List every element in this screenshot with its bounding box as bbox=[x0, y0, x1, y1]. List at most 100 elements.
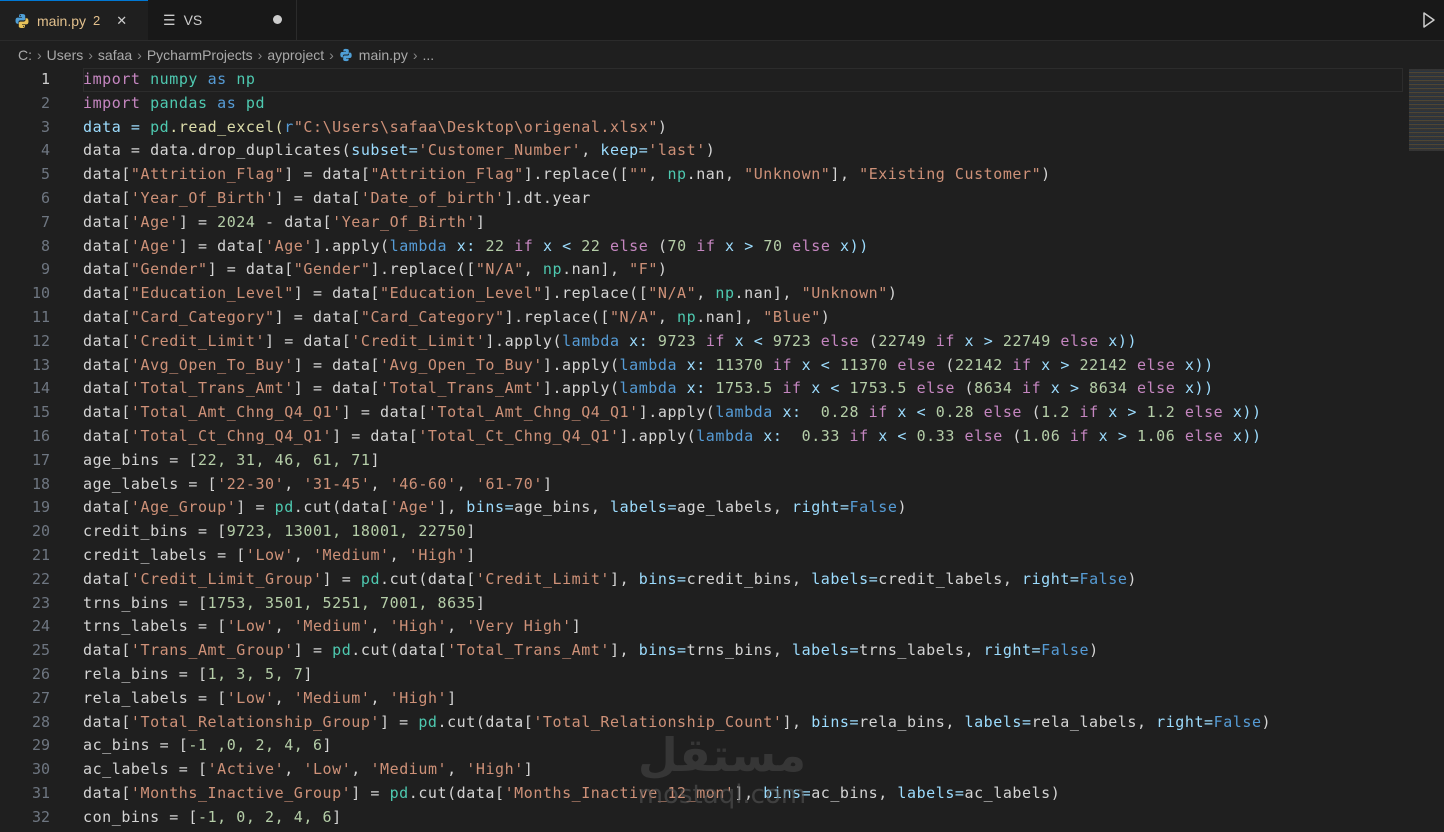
code-token: data[ bbox=[83, 641, 131, 660]
code-line[interactable]: trns_labels = ['Low', 'Medium', 'High', … bbox=[83, 615, 1403, 639]
tab-main-py[interactable]: main.py 2 ✕ bbox=[0, 0, 148, 40]
code-token: data[ bbox=[83, 284, 131, 303]
code-line[interactable]: data['Months_Inactive_Group'] = pd.cut(d… bbox=[83, 782, 1403, 806]
code-line[interactable]: import pandas as pd bbox=[83, 92, 1403, 116]
code-line[interactable]: data['Credit_Limit_Group'] = pd.cut(data… bbox=[83, 568, 1403, 592]
code-token: ], bbox=[830, 165, 860, 184]
code-token: else bbox=[1175, 426, 1233, 445]
code-editor[interactable]: 1 2 3 4 5 6 7 8 9 10 11 12 13 14 15 16 17 18 19 20 21 22 23 24 2… bbox=[0, 68, 1444, 832]
line-number: 24 bbox=[31, 617, 50, 636]
code-token: ac_labels = [ bbox=[83, 760, 208, 779]
code-line[interactable]: data = pd.read_excel(r"C:\Users\safaa\De… bbox=[83, 116, 1403, 140]
code-token: , bbox=[523, 260, 543, 279]
code-line[interactable]: age_bins = [22, 31, 46, 61, 71] bbox=[83, 449, 1403, 473]
code-line[interactable]: data['Age'] = 2024 - data['Year_Of_Birth… bbox=[83, 211, 1403, 235]
code-line[interactable]: data['Avg_Open_To_Buy'] = data['Avg_Open… bbox=[83, 354, 1403, 378]
code-line[interactable]: data["Card_Category"] = data["Card_Categ… bbox=[83, 306, 1403, 330]
code-line[interactable]: import numpy as np bbox=[83, 68, 1403, 92]
code-token: ].apply( bbox=[485, 331, 563, 350]
code-token: lambda bbox=[619, 379, 678, 398]
code-line[interactable]: rela_bins = [1, 3, 5, 7] bbox=[83, 663, 1403, 687]
minimap[interactable] bbox=[1409, 69, 1444, 151]
code-line[interactable]: ac_labels = ['Active', 'Low', 'Medium', … bbox=[83, 758, 1403, 782]
line-number: 1 bbox=[40, 70, 50, 88]
line-number: 17 bbox=[31, 450, 50, 469]
code-line[interactable]: data['Total_Trans_Amt'] = data['Total_Tr… bbox=[83, 377, 1403, 401]
code-token: np bbox=[677, 307, 697, 326]
code-line[interactable]: data['Year_Of_Birth'] = data['Date_of_bi… bbox=[83, 187, 1403, 211]
code-token: 'Age' bbox=[130, 236, 179, 255]
breadcrumb-item[interactable]: main.py bbox=[359, 47, 408, 63]
code-token: x > bbox=[1050, 379, 1090, 398]
line-number: 16 bbox=[31, 426, 50, 445]
code-line[interactable]: data['Trans_Amt_Group'] = pd.cut(data['T… bbox=[83, 639, 1403, 663]
python-icon bbox=[340, 48, 352, 62]
code-line[interactable]: con_bins = [-1, 0, 2, 4, 6] bbox=[83, 806, 1403, 830]
run-icon[interactable] bbox=[1418, 10, 1438, 30]
code-token: data[ bbox=[83, 379, 131, 398]
code-line[interactable]: ac_bins = [-1 ,0, 2, 4, 6] bbox=[83, 734, 1403, 758]
code-token: '61-70' bbox=[475, 474, 543, 493]
breadcrumb-item[interactable]: ayproject bbox=[267, 47, 324, 63]
code-token: x > bbox=[725, 236, 764, 255]
code-token: pd bbox=[389, 783, 409, 802]
code-line[interactable]: age_labels = ['22-30', '31-45', '46-60',… bbox=[83, 473, 1403, 497]
breadcrumb-item[interactable]: Users bbox=[47, 47, 84, 63]
unsaved-dot-icon[interactable] bbox=[273, 15, 282, 24]
code-area[interactable]: import numpy as np import pandas as pd dat… bbox=[83, 68, 1403, 830]
code-line[interactable]: data["Attrition_Flag"] = data["Attrition… bbox=[83, 163, 1403, 187]
breadcrumb-item[interactable]: PycharmProjects bbox=[147, 47, 253, 63]
code-line[interactable]: data['Total_Amt_Chng_Q4_Q1'] = data['Tot… bbox=[83, 401, 1403, 425]
code-token: data[ bbox=[83, 355, 131, 374]
code-token: bins= bbox=[466, 498, 515, 517]
code-token: '46-60' bbox=[389, 474, 457, 493]
code-token: data[ bbox=[83, 403, 131, 422]
code-token: ( bbox=[945, 355, 955, 374]
line-number: 8 bbox=[40, 236, 50, 255]
breadcrumb-item[interactable]: safaa bbox=[98, 47, 132, 63]
code-line[interactable]: rela_labels = ['Low', 'Medium', 'High'] bbox=[83, 687, 1403, 711]
breadcrumb-item[interactable]: ... bbox=[423, 47, 435, 63]
code-line[interactable]: data['Age_Group'] = pd.cut(data['Age'], … bbox=[83, 496, 1403, 520]
code-line[interactable]: credit_labels = ['Low', 'Medium', 'High'… bbox=[83, 544, 1403, 568]
code-token: , bbox=[351, 760, 371, 779]
breadcrumb-item[interactable]: C: bbox=[18, 47, 32, 63]
code-token: 0.28 bbox=[935, 403, 975, 422]
code-token: ] = data[ bbox=[265, 331, 352, 350]
code-token: if bbox=[763, 355, 802, 374]
code-line[interactable]: data = data.drop_duplicates(subset='Cust… bbox=[83, 139, 1403, 163]
code-token: ].apply( bbox=[542, 379, 620, 398]
code-token: ].apply( bbox=[542, 355, 620, 374]
code-token: .nan], bbox=[562, 260, 630, 279]
close-icon[interactable]: ✕ bbox=[116, 13, 127, 29]
tab-vs[interactable]: ☰ VS bbox=[149, 0, 297, 40]
code-token: False bbox=[1079, 569, 1128, 588]
code-line[interactable]: data["Gender"] = data["Gender"].replace(… bbox=[83, 258, 1403, 282]
code-token: , bbox=[648, 165, 668, 184]
python-icon bbox=[15, 13, 29, 28]
code-token: 'High' bbox=[466, 760, 524, 779]
code-line[interactable]: credit_bins = [9723, 13001, 18001, 22750… bbox=[83, 520, 1403, 544]
code-token: ] = data[ bbox=[274, 188, 361, 207]
code-token: x < bbox=[897, 403, 936, 422]
code-token: lambda bbox=[562, 331, 620, 350]
code-line[interactable]: data['Age'] = data['Age'].apply(lambda x… bbox=[83, 235, 1403, 259]
code-token: 0.28 bbox=[820, 403, 860, 422]
code-line[interactable]: trns_bins = [1753, 3501, 5251, 7001, 863… bbox=[83, 592, 1403, 616]
code-token: if bbox=[926, 331, 965, 350]
code-token: 22749 bbox=[1002, 331, 1051, 350]
line-number: 15 bbox=[31, 403, 50, 422]
code-line[interactable]: data['Credit_Limit'] = data['Credit_Limi… bbox=[83, 330, 1403, 354]
code-token: rela_labels = [ bbox=[83, 688, 227, 707]
code-token: ] = data[ bbox=[293, 379, 381, 398]
code-token: 'Low' bbox=[226, 688, 275, 707]
code-token: 22 bbox=[485, 236, 505, 255]
code-token: right= bbox=[1022, 569, 1080, 588]
code-token: data[ bbox=[83, 426, 131, 445]
code-token: ac_bins = [ bbox=[83, 736, 189, 755]
code-line[interactable]: data['Total_Ct_Chng_Q4_Q1'] = data['Tota… bbox=[83, 425, 1403, 449]
code-line[interactable]: data['Total_Relationship_Group'] = pd.cu… bbox=[83, 711, 1403, 735]
code-line[interactable]: data["Education_Level"] = data["Educatio… bbox=[83, 282, 1403, 306]
code-token: 'Credit_Limit' bbox=[130, 331, 266, 350]
code-token: bins= bbox=[638, 569, 687, 588]
